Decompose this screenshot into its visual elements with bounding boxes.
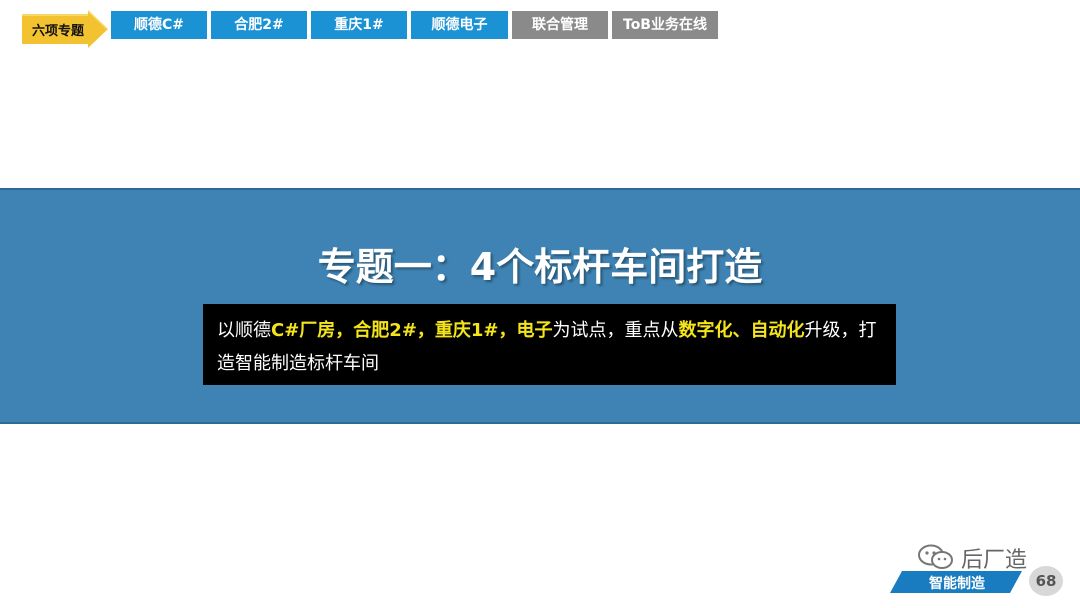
brand-name: 后厂造 [961, 548, 1028, 573]
description-text-1: 以顺德 [217, 320, 271, 341]
tab-tob-online[interactable]: ToB业务在线 [612, 11, 718, 39]
topic-title: 专题一：4个标杆车间打造 [317, 245, 763, 289]
top-navigation: 六项专题 顺德C# 合肥2# 重庆1# 顺德电子 联合管理 ToB业务在线 [0, 0, 1080, 48]
description-highlight-sites: C#厂房，合肥2#，重庆1#，电子 [271, 320, 553, 341]
tab-shunde-c[interactable]: 顺德C# [111, 11, 207, 39]
footer-brand: 后厂造 [917, 540, 1057, 573]
description-highlight-focus: 数字化、自动化 [678, 320, 805, 341]
footer-tag-label: 智能制造 [929, 576, 985, 592]
tab-hefei-2[interactable]: 合肥2# [211, 11, 307, 39]
page-number: 68 [1029, 566, 1063, 596]
tab-shunde-electronics[interactable]: 顺德电子 [411, 11, 508, 39]
footer-tag: 智能制造 [890, 571, 1022, 593]
section-label: 六项专题 [32, 24, 85, 39]
tab-chongqing-1[interactable]: 重庆1# [311, 11, 407, 39]
wechat-icon [918, 544, 953, 569]
tab-joint-management[interactable]: 联合管理 [512, 11, 608, 39]
description-text-2: 为试点，重点从 [552, 320, 679, 341]
description-box: 以顺德C#厂房，合肥2#，重庆1#，电子为试点，重点从数字化、自动化升级，打造智… [203, 304, 896, 385]
section-label-arrow: 六项专题 [22, 10, 110, 48]
